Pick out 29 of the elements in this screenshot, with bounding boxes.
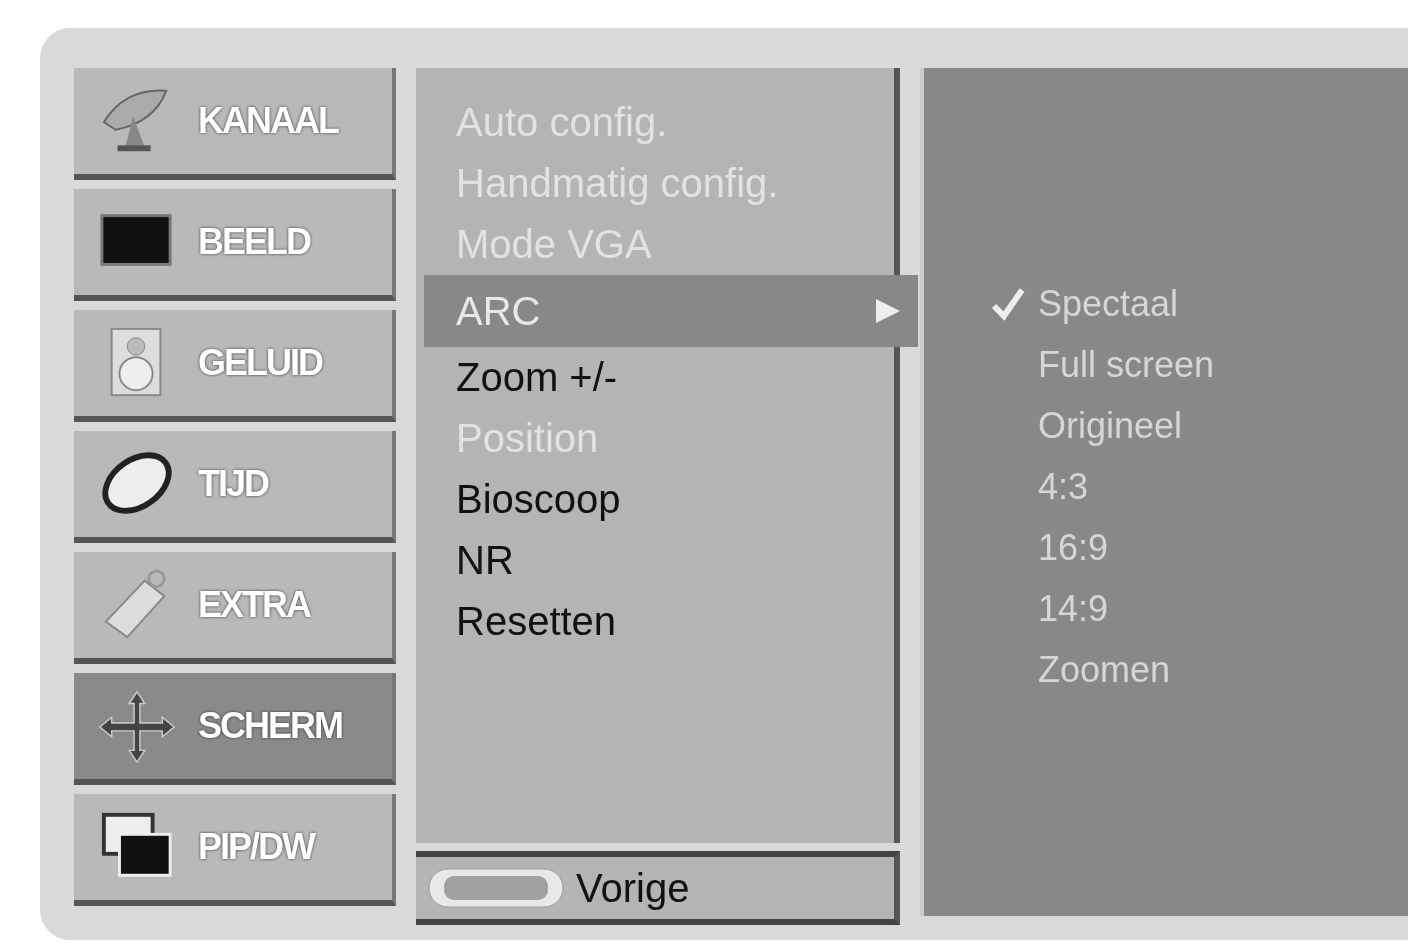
submenu-item[interactable]: NR xyxy=(416,530,894,591)
menu-item[interactable]: TIJD xyxy=(74,431,396,543)
menu-key-icon xyxy=(428,868,564,908)
option-label: Full screen xyxy=(1038,343,1215,386)
back-hint: Vorige xyxy=(576,865,690,911)
submenu-item[interactable]: Zoom +/- xyxy=(416,347,894,408)
option-label: Zoomen xyxy=(1038,648,1171,691)
menu-item[interactable]: BEELD xyxy=(74,189,396,301)
option-label: 14:9 xyxy=(1038,587,1109,630)
menu-item[interactable]: GELUID xyxy=(74,310,396,422)
option-label: 4:3 xyxy=(1038,465,1089,508)
option-item[interactable]: Zoomen xyxy=(924,639,1408,700)
option-item[interactable]: Spectaal xyxy=(924,273,1408,334)
option-label: Origineel xyxy=(1038,404,1183,447)
submenu-item[interactable]: Resetten xyxy=(416,591,894,652)
submenu-item[interactable]: ARC xyxy=(424,275,918,347)
menu-item[interactable]: KANAAL xyxy=(74,68,396,180)
option-item[interactable]: 4:3 xyxy=(924,456,1408,517)
option-item[interactable]: 16:9 xyxy=(924,517,1408,578)
option-item[interactable]: Origineel xyxy=(924,395,1408,456)
option-label: Spectaal xyxy=(1038,282,1179,325)
menu-item[interactable]: EXTRA xyxy=(74,552,396,664)
menu-item[interactable]: PIP/DW xyxy=(74,794,396,906)
menu-item[interactable]: SCHERM xyxy=(74,673,396,785)
submenu-item[interactable]: Bioscoop xyxy=(416,469,894,530)
four-arrows-icon xyxy=(96,688,178,764)
option-item[interactable]: Full screen xyxy=(924,334,1408,395)
option-item[interactable]: 14:9 xyxy=(924,578,1408,639)
option-label: 16:9 xyxy=(1038,526,1109,569)
